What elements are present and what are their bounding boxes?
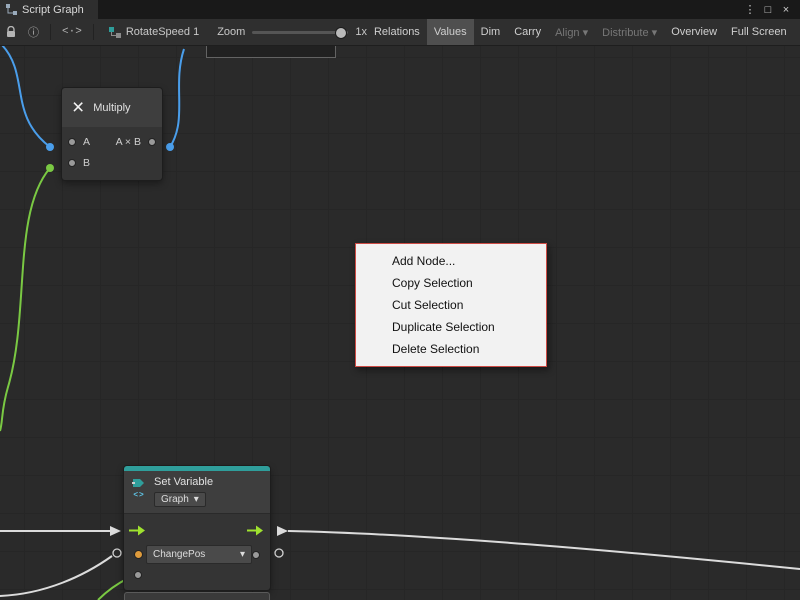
variable-dropdown[interactable]: ChangePos ▾ (146, 545, 252, 564)
wire-control-out[interactable] (288, 531, 800, 569)
wire-white-bottom[interactable] (0, 556, 112, 596)
menu-item-duplicate-selection[interactable]: Duplicate Selection (356, 316, 546, 338)
info-icon[interactable]: ⓘ (22, 24, 45, 40)
partial-node-bottom[interactable] (124, 592, 270, 600)
relations-button[interactable]: Relations (367, 19, 427, 45)
code-toggle-icon[interactable]: <·> (56, 26, 88, 38)
port-out-label: A × B (116, 136, 141, 148)
set-variable-header[interactable]: <> Set Variable Graph ▾ (124, 471, 270, 514)
zoom-slider-knob[interactable] (335, 27, 347, 39)
set-variable-icon (132, 478, 146, 489)
toolbar-separator (50, 24, 51, 40)
menu-item-add-node[interactable]: Add Node... (356, 250, 546, 272)
value-ring-right[interactable] (275, 549, 283, 557)
multiply-title: Multiply (93, 102, 130, 114)
script-graph-window: Script Graph ⋮ □ × ⓘ <·> RotateSpeed 1 Z… (0, 0, 800, 600)
port-b-input[interactable] (68, 159, 76, 167)
script-graph-icon (6, 4, 17, 15)
toolbar-separator (93, 24, 94, 40)
multiply-header[interactable]: × Multiply (62, 88, 162, 127)
port-b-label: B (83, 157, 90, 169)
graph-crumb-icon (109, 27, 121, 38)
port-a-input[interactable] (68, 138, 76, 146)
zoom-value: 1x (355, 26, 367, 38)
port-a-label: A (83, 136, 90, 148)
tab-script-graph[interactable]: Script Graph (0, 0, 98, 19)
new-value-input-port[interactable] (134, 571, 142, 579)
wire-blue-out[interactable] (170, 49, 184, 147)
wire-green-b[interactable] (0, 168, 50, 431)
window-controls: ⋮ □ × (742, 3, 800, 16)
control-input-arrow[interactable] (129, 525, 145, 536)
port-out-output[interactable] (148, 138, 156, 146)
variable-name: ChangePos (153, 549, 205, 560)
code-glyph-icon: <> (133, 490, 144, 499)
set-variable-icon-column: <> (132, 476, 146, 507)
zoom-control: Zoom 1x (217, 26, 367, 38)
node-multiply[interactable]: × Multiply A A × B B (62, 88, 162, 180)
lock-icon[interactable] (0, 26, 22, 38)
wire-blue-in[interactable] (2, 45, 50, 147)
node-set-variable[interactable]: <> Set Variable Graph ▾ Ch (124, 466, 270, 590)
chevron-down-icon: ▾ (240, 549, 245, 560)
graph-canvas[interactable]: × Multiply A A × B B (0, 45, 800, 600)
value-ring-left[interactable] (113, 549, 121, 557)
wire-endpoint-green[interactable] (46, 164, 54, 172)
wire-endpoint-blue-out[interactable] (166, 143, 174, 151)
fullscreen-button[interactable]: Full Screen (724, 19, 794, 45)
zoom-slider[interactable] (252, 31, 348, 34)
overview-button[interactable]: Overview (664, 19, 724, 45)
close-icon[interactable]: × (778, 4, 794, 16)
control-output-arrow[interactable] (247, 525, 263, 536)
menu-item-copy-selection[interactable]: Copy Selection (356, 272, 546, 294)
scope-dropdown[interactable]: Graph ▾ (154, 492, 206, 507)
values-button[interactable]: Values (427, 19, 474, 45)
wire-arrowhead-out (277, 526, 288, 536)
port-row-a: A A × B (62, 131, 162, 152)
wire-endpoint-blue[interactable] (46, 143, 54, 151)
align-dropdown[interactable]: Align ▾ (548, 19, 595, 45)
zoom-label: Zoom (217, 26, 245, 38)
graph-name: RotateSpeed 1 (126, 26, 199, 38)
port-row-b: B (62, 152, 162, 173)
graph-breadcrumb[interactable]: RotateSpeed 1 (99, 26, 209, 38)
distribute-dropdown[interactable]: Distribute ▾ (595, 19, 664, 45)
maximize-icon[interactable]: □ (760, 4, 776, 16)
scope-label: Graph (161, 494, 189, 505)
menu-item-cut-selection[interactable]: Cut Selection (356, 294, 546, 316)
titlebar: Script Graph ⋮ □ × (0, 0, 800, 19)
set-variable-title: Set Variable (154, 476, 213, 488)
variable-name-port[interactable] (134, 550, 143, 559)
toolbar: ⓘ <·> RotateSpeed 1 Zoom 1x Relations Va… (0, 19, 800, 46)
wire-arrowhead-in (110, 526, 121, 536)
value-output-port[interactable] (252, 551, 260, 559)
chevron-down-icon: ▾ (194, 494, 199, 505)
multiply-body: A A × B B (62, 127, 162, 180)
multiply-icon: × (72, 97, 84, 118)
context-menu: Add Node... Copy Selection Cut Selection… (355, 243, 547, 367)
menu-item-delete-selection[interactable]: Delete Selection (356, 338, 546, 360)
dim-button[interactable]: Dim (474, 19, 508, 45)
tab-title: Script Graph (22, 4, 84, 16)
kebab-menu-icon[interactable]: ⋮ (742, 3, 758, 16)
carry-button[interactable]: Carry (507, 19, 548, 45)
